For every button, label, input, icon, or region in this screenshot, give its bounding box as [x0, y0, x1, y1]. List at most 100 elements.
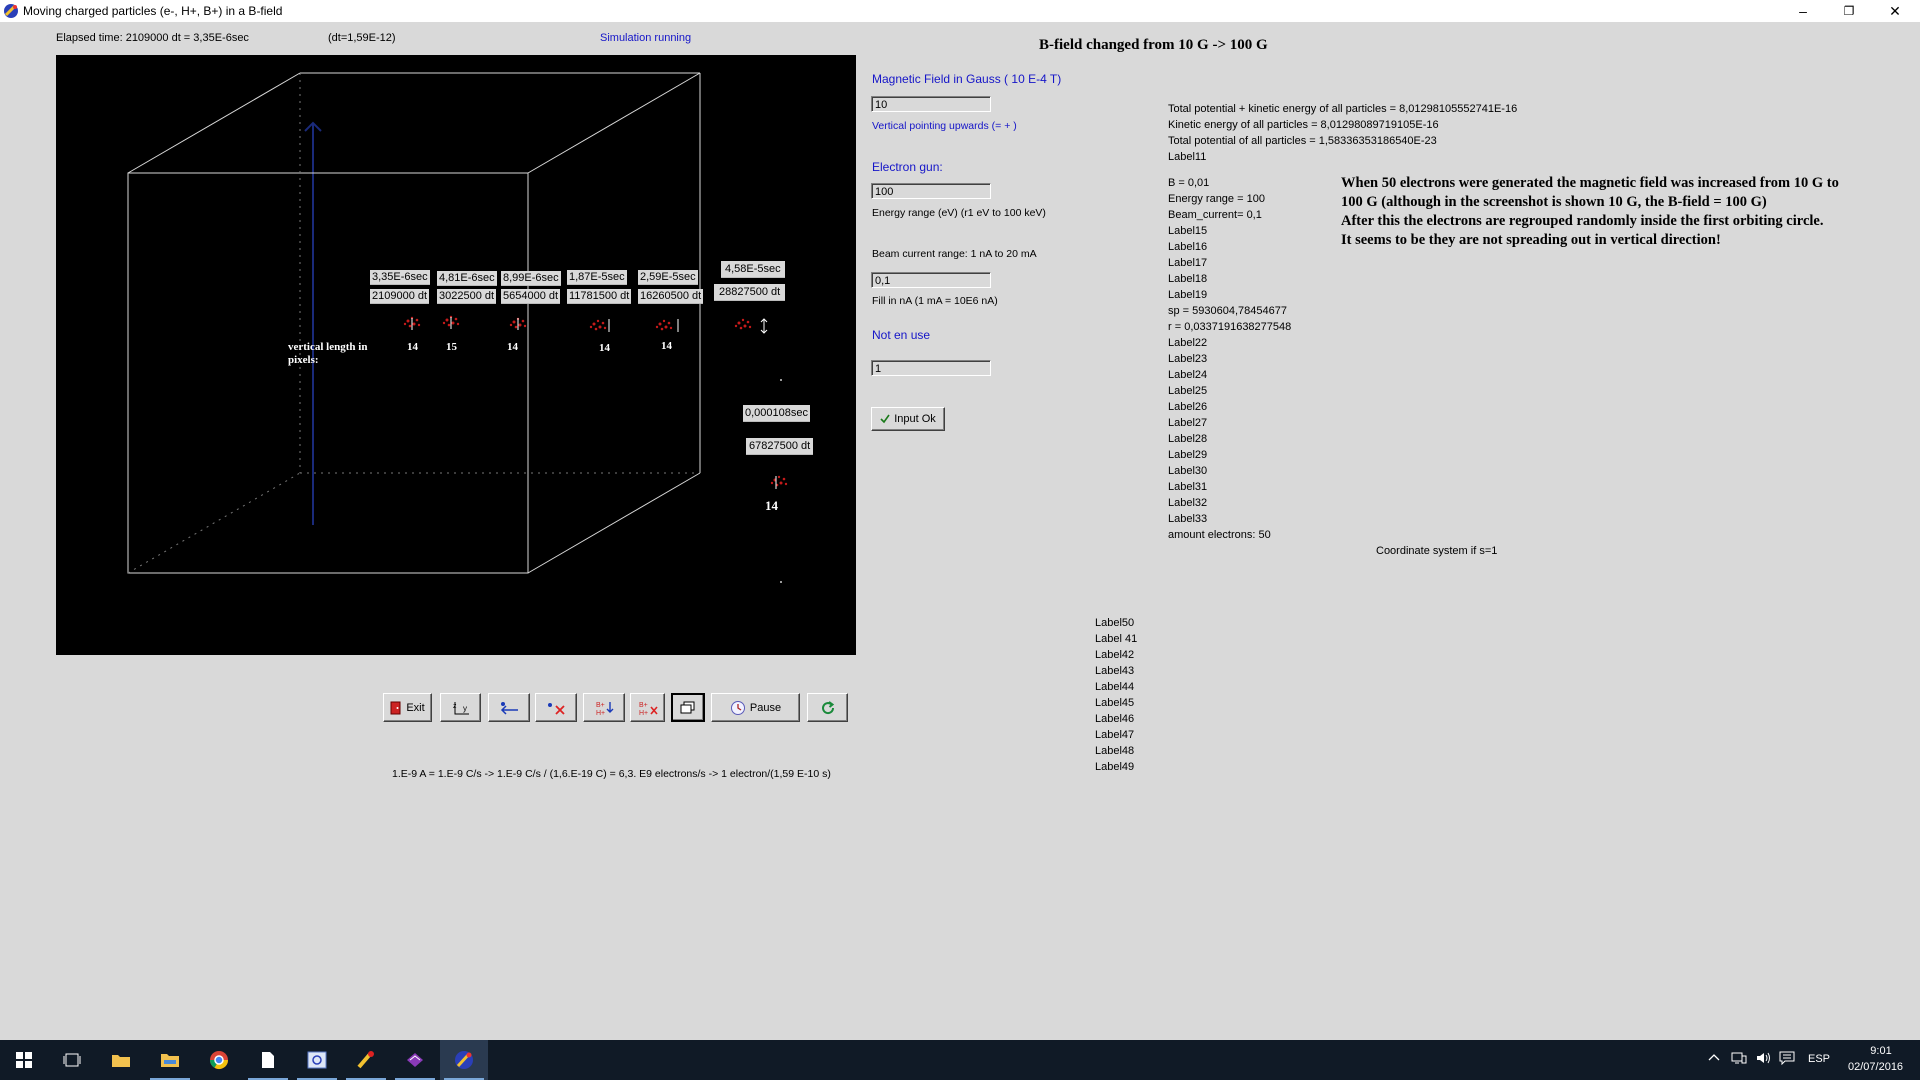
lower-label: Label43 [1095, 665, 1135, 677]
snapshot-dt: 11781500 dt [567, 289, 632, 304]
delete-ions-button[interactable]: B+ H+ [630, 693, 665, 722]
lower-label: Label42 [1095, 649, 1135, 661]
refresh-icon [821, 700, 834, 714]
parameter-label: Label30 [1168, 465, 1208, 477]
volume-icon[interactable] [1755, 1051, 1771, 1068]
app-icon [4, 4, 18, 18]
snapshot-dt: 2109000 dt [370, 289, 430, 304]
task-view-icon [63, 1053, 81, 1067]
dt-label: (dt=1,59E-12) [328, 32, 396, 44]
task-view-button[interactable] [48, 1040, 96, 1080]
snapshot-time: 3,35E-6sec [370, 270, 430, 285]
clock-date[interactable]: 02/07/2016 [1848, 1061, 1903, 1073]
snapshot-time: 1,87E-5sec [567, 270, 627, 285]
input-ok-button[interactable]: Input Ok [871, 407, 945, 431]
snapshot-count: 15 [446, 341, 457, 353]
language-indicator[interactable]: ESP [1808, 1053, 1830, 1065]
checkmark-icon [880, 414, 890, 424]
minimize-button[interactable]: – [1780, 0, 1826, 22]
folder-icon [112, 1055, 130, 1067]
move-left-button[interactable] [488, 693, 530, 722]
parameter-label: Label31 [1168, 481, 1208, 493]
tray-chevron-icon[interactable] [1708, 1052, 1720, 1065]
taskbar-simulation[interactable] [440, 1040, 488, 1080]
clock-icon [730, 700, 745, 715]
close-button[interactable]: ✕ [1872, 0, 1918, 22]
beam-range-label: Beam current range: 1 nA to 20 mA [872, 248, 1037, 260]
snapshot-count: 14 [599, 342, 610, 354]
windows-logo-icon [16, 1052, 32, 1068]
electron-clusters [403, 315, 788, 487]
lower-label: Label45 [1095, 697, 1135, 709]
lower-label: Label49 [1095, 761, 1135, 773]
svg-text:B+: B+ [596, 702, 605, 709]
ions-add-icon: B+H+ [596, 701, 614, 717]
restart-button[interactable] [807, 693, 848, 722]
exit-button[interactable]: Exit [383, 693, 432, 722]
taskbar-document[interactable] [244, 1040, 292, 1080]
taskbar-explorer[interactable] [146, 1040, 194, 1080]
simulation-canvas[interactable]: vertical length in pixels: 3,35E-6sec 21… [56, 55, 856, 655]
simulation-status: Simulation running [600, 32, 692, 44]
parameter-label: Label18 [1168, 273, 1208, 285]
bfield-direction-label: Vertical pointing upwards (= + ) [872, 120, 1017, 132]
lower-label-list: Label50 Label 41 Label42 Label43 Label44 Labe… [1095, 615, 1137, 775]
taskbar-folder[interactable] [97, 1040, 145, 1080]
copy-view-button[interactable] [671, 693, 705, 722]
snapshot-dt: 16260500 dt [638, 289, 704, 304]
taskbar: ESP 9:01 02/07/2016 [0, 1040, 1920, 1080]
parameter-label: Label28 [1168, 433, 1208, 445]
snapshot-count: 14 [661, 340, 672, 352]
snapshot-count: 14 [407, 341, 418, 353]
elapsed-time-label: Elapsed time: 2109000 dt = 3,35E-6sec [56, 32, 249, 44]
parameter-label: Label22 [1168, 337, 1208, 349]
axis-toggle-button[interactable]: zy [440, 693, 481, 722]
last-snapshot-dt: 67827500 dt [746, 438, 814, 455]
restore-button[interactable]: ❐ [1826, 0, 1872, 22]
title-bar: Moving charged particles (e-, H+, B+) in… [0, 0, 1920, 22]
taskbar-chrome[interactable] [195, 1040, 243, 1080]
parameter-label: Label26 [1168, 401, 1208, 413]
taskbar-delphi[interactable] [342, 1040, 390, 1080]
parameter-label: Label32 [1168, 497, 1208, 509]
unused-input[interactable]: 1 [871, 360, 991, 376]
notification-icon[interactable] [1779, 1051, 1795, 1068]
network-icon[interactable] [1731, 1051, 1747, 1068]
taskbar-app-window[interactable] [293, 1040, 341, 1080]
chrome-icon [210, 1051, 228, 1070]
taskbar-help[interactable] [391, 1040, 439, 1080]
electron-gun-input[interactable]: 100 [871, 183, 991, 199]
vertical-length-label: vertical length in pixels: [288, 341, 368, 366]
exit-label: Exit [406, 701, 425, 714]
pause-button[interactable]: Pause [711, 693, 800, 722]
parameter-list: B = 0,01 Energy range = 100 Beam_current= … [1168, 175, 1291, 543]
snapshot-dt: 5654000 dt [501, 289, 561, 304]
svg-text:H+: H+ [596, 710, 605, 717]
parameter-label: Label24 [1168, 369, 1208, 381]
potential-energy-label: Total potential of all particles = 1,583… [1168, 135, 1437, 147]
snapshot-dt: 28827500 dt [714, 284, 786, 301]
parameter-label: amount electrons: 50 [1168, 529, 1271, 541]
start-button[interactable] [0, 1040, 48, 1080]
beam-current-input[interactable]: 0,1 [871, 272, 991, 288]
parameter-label: Label33 [1168, 513, 1208, 525]
snapshot-time: 4,81E-6sec [437, 271, 497, 286]
unused-label: Not en use [872, 328, 931, 342]
input-ok-label: Input Ok [894, 413, 936, 425]
add-ions-button[interactable]: B+ H+ [583, 693, 625, 722]
snapshot-time: 2,59E-5sec [638, 270, 698, 285]
bfield-label: Magnetic Field in Gauss ( 10 E-4 T) [872, 72, 1062, 86]
parameter-label: Label23 [1168, 353, 1208, 365]
parameter-label: Label29 [1168, 449, 1208, 461]
bfield-input[interactable]: 10 [871, 96, 991, 112]
document-icon [262, 1052, 274, 1068]
last-snapshot-count: 14 [765, 498, 778, 513]
page-heading: B-field changed from 10 G -> 100 G [1039, 37, 1268, 53]
clock-time[interactable]: 9:01 [1861, 1045, 1901, 1057]
parameter-label: Label25 [1168, 385, 1208, 397]
parameter-label: Beam_current= 0,1 [1168, 209, 1262, 221]
delete-particle-button[interactable] [535, 693, 577, 722]
parameter-label: Label16 [1168, 241, 1208, 253]
beam-fill-label: Fill in nA (1 mA = 10E6 nA) [872, 295, 998, 307]
simulation-app-icon [455, 1051, 473, 1069]
